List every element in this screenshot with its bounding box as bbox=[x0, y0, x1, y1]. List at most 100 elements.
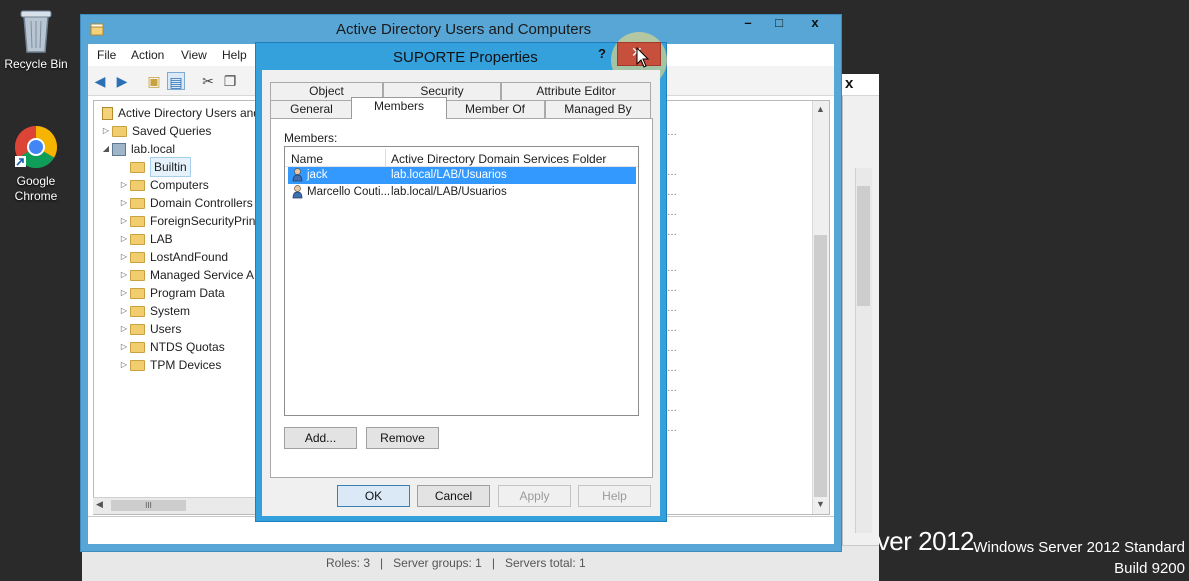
tree-node-builtin[interactable]: Builtin bbox=[94, 157, 260, 177]
menu-view[interactable]: View bbox=[181, 48, 207, 62]
expand-arrow-icon[interactable]: ▷ bbox=[118, 338, 130, 356]
list-scroll-thumb[interactable] bbox=[814, 235, 827, 497]
tree-node-users[interactable]: ▷ Users bbox=[94, 320, 260, 338]
column-divider[interactable] bbox=[385, 149, 386, 166]
expand-arrow-icon[interactable]: ▷ bbox=[118, 266, 130, 284]
details-list-pane[interactable] bbox=[665, 100, 830, 515]
recycle-bin-shortcut[interactable]: Recycle Bin bbox=[0, 6, 72, 72]
close-button[interactable]: x bbox=[795, 15, 835, 35]
folder-icon bbox=[130, 215, 145, 227]
list-row-fragment: … bbox=[667, 303, 677, 314]
scroll-up-icon[interactable]: ▲ bbox=[816, 104, 825, 114]
column-header-folder[interactable]: Active Directory Domain Services Folder bbox=[391, 152, 606, 166]
show-console-tree-icon[interactable]: ▤ bbox=[167, 72, 185, 90]
menu-action[interactable]: Action bbox=[131, 48, 164, 62]
tab-general[interactable]: General bbox=[270, 100, 353, 118]
expand-arrow-icon[interactable]: ▷ bbox=[118, 302, 130, 320]
ou-folder-icon bbox=[130, 233, 145, 245]
ou-folder-icon bbox=[130, 197, 145, 209]
tab-member-of[interactable]: Member Of bbox=[445, 100, 545, 118]
mouse-cursor-icon bbox=[636, 47, 650, 68]
help-button[interactable]: Help bbox=[578, 485, 651, 507]
tree-node-foreign-security[interactable]: ▷ ForeignSecurityPrin bbox=[94, 212, 260, 230]
expand-arrow-icon[interactable]: ▷ bbox=[118, 248, 130, 266]
tree-node-system[interactable]: ▷ System bbox=[94, 302, 260, 320]
members-label: Members: bbox=[284, 131, 338, 145]
chrome-label-line1: Google bbox=[16, 174, 56, 188]
tree-node-lab[interactable]: ▷ LAB bbox=[94, 230, 260, 248]
forward-arrow-icon[interactable]: ▶ bbox=[113, 72, 131, 90]
maximize-button[interactable]: □ bbox=[764, 15, 794, 35]
member-name: jack bbox=[307, 169, 328, 181]
user-icon bbox=[292, 185, 303, 199]
expand-arrow-icon[interactable]: ▷ bbox=[118, 176, 130, 194]
aduc-app-icon bbox=[90, 23, 104, 36]
tree-node-tpm-devices[interactable]: ▷ TPM Devices bbox=[94, 356, 260, 374]
expand-arrow-icon[interactable]: ▷ bbox=[118, 284, 130, 302]
apply-button[interactable]: Apply bbox=[498, 485, 571, 507]
remove-member-button[interactable]: Remove bbox=[366, 427, 439, 449]
expand-arrow-icon[interactable]: ▷ bbox=[118, 320, 130, 338]
expand-arrow-icon[interactable]: ▷ bbox=[100, 122, 112, 140]
menu-file[interactable]: File bbox=[97, 48, 116, 62]
add-member-button[interactable]: Add... bbox=[284, 427, 357, 449]
tree-node-label: Program Data bbox=[150, 286, 225, 300]
list-row-fragment: … bbox=[667, 363, 677, 374]
recycle-bin-icon bbox=[20, 10, 52, 53]
up-folder-icon[interactable]: ▣ bbox=[145, 72, 163, 90]
folder-icon bbox=[130, 323, 145, 335]
tree-node-label: Managed Service A bbox=[150, 268, 255, 282]
tree-scroll-thumb[interactable]: III bbox=[111, 500, 186, 511]
menu-help[interactable]: Help bbox=[222, 48, 247, 62]
minimize-button[interactable]: – bbox=[733, 15, 763, 35]
folder-icon bbox=[130, 305, 145, 317]
ok-button[interactable]: OK bbox=[337, 485, 410, 507]
expand-arrow-icon[interactable]: ▷ bbox=[118, 194, 130, 212]
tab-managed-by[interactable]: Managed By bbox=[545, 100, 651, 118]
list-row-fragment: … bbox=[667, 127, 677, 138]
scroll-left-icon[interactable]: ◀ bbox=[96, 499, 103, 510]
tree-node-lab-local[interactable]: ◢ lab.local bbox=[94, 140, 260, 158]
google-chrome-shortcut[interactable]: Google Chrome bbox=[0, 124, 72, 204]
collapse-arrow-icon[interactable]: ◢ bbox=[100, 140, 112, 158]
member-folder: lab.local/LAB/Usuarios bbox=[391, 169, 507, 181]
cancel-button[interactable]: Cancel bbox=[417, 485, 490, 507]
tree-node-root[interactable]: Active Directory Users and bbox=[94, 104, 260, 122]
expand-arrow-icon[interactable]: ▷ bbox=[118, 212, 130, 230]
scroll-down-icon[interactable]: ▼ bbox=[816, 499, 825, 509]
expand-arrow-icon[interactable]: ▷ bbox=[118, 230, 130, 248]
member-row[interactable]: jack lab.local/LAB/Usuarios bbox=[288, 167, 636, 184]
member-name: Marcello Couti... bbox=[307, 186, 391, 198]
column-header-name[interactable]: Name bbox=[291, 152, 323, 166]
aduc-root-icon bbox=[102, 106, 113, 120]
tree-node-managed-service[interactable]: ▷ Managed Service A bbox=[94, 266, 260, 284]
member-row[interactable]: Marcello Couti... lab.local/LAB/Usuarios bbox=[288, 184, 636, 201]
tree-node-ntds-quotas[interactable]: ▷ NTDS Quotas bbox=[94, 338, 260, 356]
back-arrow-icon[interactable]: ◀ bbox=[91, 72, 109, 90]
tab-attribute-editor[interactable]: Attribute Editor bbox=[501, 82, 651, 100]
list-row-fragment: … bbox=[667, 423, 677, 434]
server-manager-close-icon[interactable]: x bbox=[845, 75, 853, 92]
list-row-fragment: … bbox=[667, 263, 677, 274]
folder-icon bbox=[130, 359, 145, 371]
tree-node-label: LostAndFound bbox=[150, 250, 229, 264]
tab-members[interactable]: Members bbox=[351, 97, 447, 119]
tree-node-lostandfound[interactable]: ▷ LostAndFound bbox=[94, 248, 260, 266]
folder-icon bbox=[130, 251, 145, 263]
list-row-fragment: … bbox=[667, 187, 677, 198]
tree-node-label: LAB bbox=[150, 232, 173, 246]
tree-node-saved-queries[interactable]: ▷ Saved Queries bbox=[94, 122, 260, 140]
tree-node-program-data[interactable]: ▷ Program Data bbox=[94, 284, 260, 302]
recycle-bin-label: Recycle Bin bbox=[4, 57, 68, 71]
expand-arrow-icon[interactable]: ▷ bbox=[118, 356, 130, 374]
tree-node-domain-controllers[interactable]: ▷ Domain Controllers bbox=[94, 194, 260, 212]
list-row-fragment: … bbox=[667, 343, 677, 354]
tree-node-label: Saved Queries bbox=[132, 124, 212, 138]
server-manager-scroll-thumb[interactable] bbox=[857, 186, 870, 306]
console-tree[interactable]: Active Directory Users and ▷ Saved Queri… bbox=[93, 100, 261, 515]
cut-icon[interactable]: ✂ bbox=[199, 72, 217, 90]
tree-node-computers[interactable]: ▷ Computers bbox=[94, 176, 260, 194]
tree-node-label: Computers bbox=[150, 178, 209, 192]
folder-icon bbox=[130, 161, 145, 173]
copy-icon[interactable]: ❐ bbox=[221, 72, 239, 90]
